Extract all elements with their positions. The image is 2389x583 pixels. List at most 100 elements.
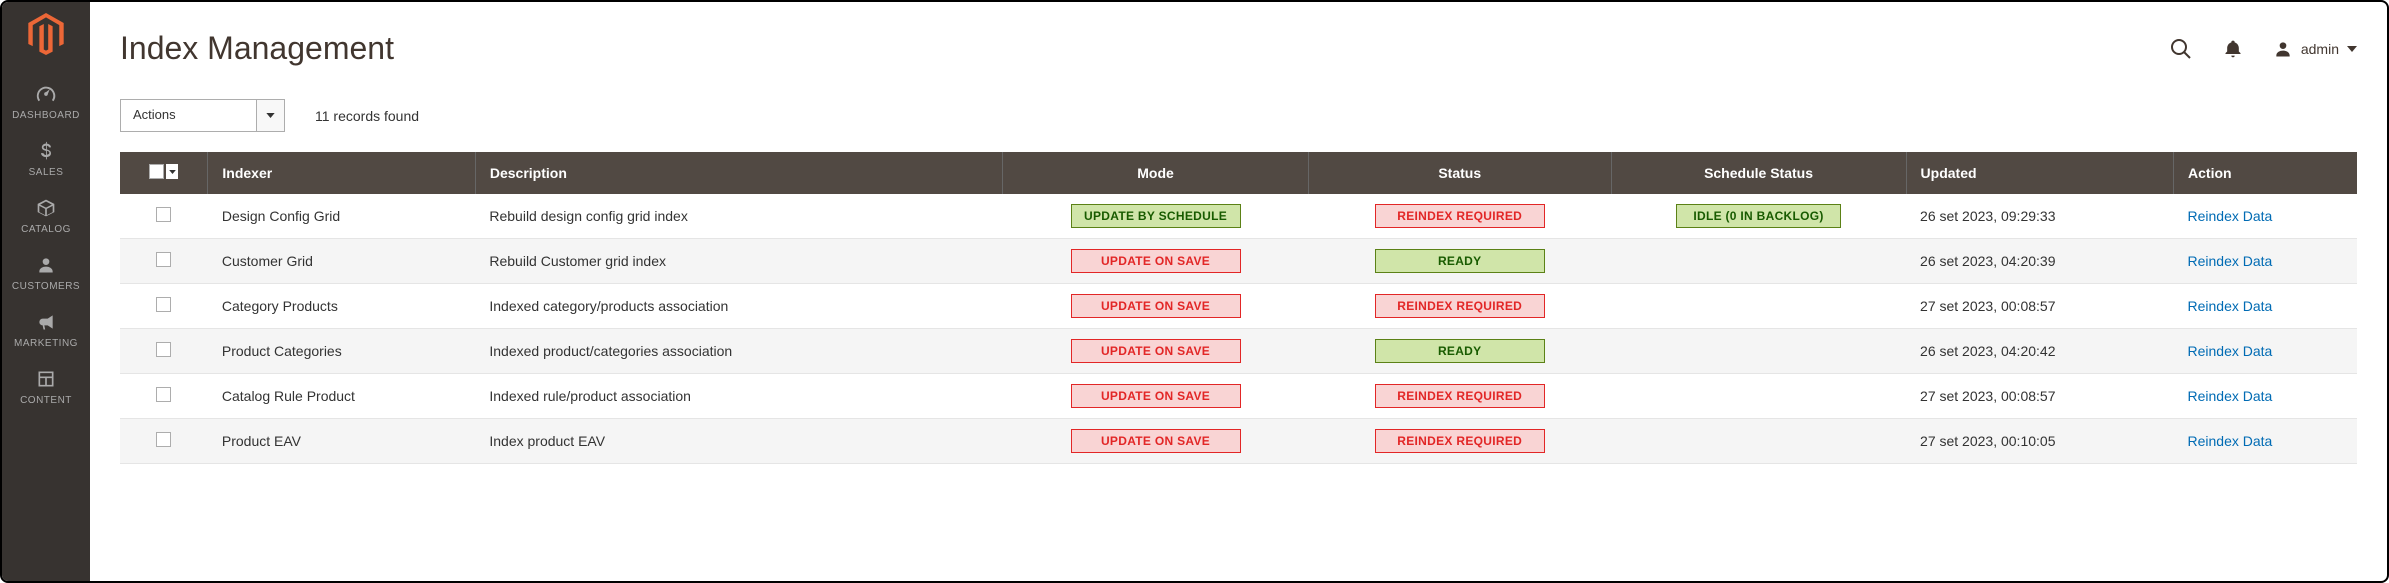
user-name: admin xyxy=(2301,41,2339,57)
empty-cell xyxy=(1625,250,1892,272)
user-menu[interactable]: admin xyxy=(2273,39,2357,59)
mode-badge: UPDATE ON SAVE xyxy=(1071,249,1241,273)
updated-time: 27 set 2023, 00:08:57 xyxy=(1906,284,2173,329)
indexer-name: Catalog Rule Product xyxy=(208,374,475,419)
table-row: Category Products Indexed category/produ… xyxy=(120,284,2357,329)
indexer-name: Category Products xyxy=(208,284,475,329)
updated-time: 26 set 2023, 04:20:39 xyxy=(1906,239,2173,284)
row-checkbox[interactable] xyxy=(156,207,171,222)
bell-icon[interactable] xyxy=(2221,37,2245,61)
table-header-row: Indexer Description Mode Status Schedule… xyxy=(120,152,2357,194)
empty-cell xyxy=(1625,430,1892,452)
select-all-toggle[interactable] xyxy=(166,164,178,179)
mode-badge: UPDATE ON SAVE xyxy=(1071,339,1241,363)
indexer-name: Design Config Grid xyxy=(208,194,475,239)
person-icon xyxy=(34,253,58,277)
chevron-down-icon xyxy=(266,113,275,118)
nav-dashboard[interactable]: DASHBOARD xyxy=(2,72,90,129)
indexer-description: Rebuild Customer grid index xyxy=(475,239,1002,284)
table-row: Design Config Grid Rebuild design config… xyxy=(120,194,2357,239)
header-checkbox[interactable] xyxy=(120,152,208,194)
chevron-down-icon xyxy=(2347,46,2357,52)
indexer-name: Product Categories xyxy=(208,329,475,374)
status-badge: READY xyxy=(1375,249,1545,273)
table-row: Product EAV Index product EAV UPDATE ON … xyxy=(120,419,2357,464)
header-actions: admin xyxy=(2169,37,2357,61)
box-icon xyxy=(34,196,58,220)
mode-badge: UPDATE BY SCHEDULE xyxy=(1071,204,1241,228)
user-icon xyxy=(2273,39,2293,59)
actions-dropdown[interactable]: Actions xyxy=(120,99,285,132)
header-schedule[interactable]: Schedule Status xyxy=(1611,152,1906,194)
indexer-description: Indexed category/products association xyxy=(475,284,1002,329)
reindex-link[interactable]: Reindex Data xyxy=(2188,388,2273,404)
schedule-badge: IDLE (0 IN BACKLOG) xyxy=(1676,204,1841,228)
nav-catalog[interactable]: CATALOG xyxy=(2,186,90,243)
row-checkbox[interactable] xyxy=(156,342,171,357)
header-mode[interactable]: Mode xyxy=(1003,152,1309,194)
table-row: Product Categories Indexed product/categ… xyxy=(120,329,2357,374)
status-badge: REINDEX REQUIRED xyxy=(1375,204,1545,228)
indexer-name: Product EAV xyxy=(208,419,475,464)
reindex-link[interactable]: Reindex Data xyxy=(2188,433,2273,449)
select-all-checkbox[interactable] xyxy=(149,164,164,179)
admin-sidebar: DASHBOARD SALES CATALOG CUSTOMERS MARKET… xyxy=(2,2,90,581)
table-row: Customer Grid Rebuild Customer grid inde… xyxy=(120,239,2357,284)
nav-content[interactable]: CONTENT xyxy=(2,357,90,414)
search-icon[interactable] xyxy=(2169,37,2193,61)
empty-cell xyxy=(1625,385,1892,407)
index-grid: Indexer Description Mode Status Schedule… xyxy=(120,152,2357,464)
row-checkbox[interactable] xyxy=(156,387,171,402)
indexer-name: Customer Grid xyxy=(208,239,475,284)
status-badge: REINDEX REQUIRED xyxy=(1375,294,1545,318)
nav-label: CUSTOMERS xyxy=(12,281,80,292)
layout-icon xyxy=(34,367,58,391)
nav-label: CONTENT xyxy=(20,395,72,406)
reindex-link[interactable]: Reindex Data xyxy=(2188,298,2273,314)
updated-time: 27 set 2023, 00:10:05 xyxy=(1906,419,2173,464)
gauge-icon xyxy=(34,82,58,106)
magento-logo[interactable] xyxy=(26,14,66,54)
page-title: Index Management xyxy=(120,30,394,67)
page-header: Index Management admin xyxy=(120,30,2357,67)
updated-time: 26 set 2023, 04:20:42 xyxy=(1906,329,2173,374)
indexer-description: Indexed product/categories association xyxy=(475,329,1002,374)
status-badge: READY xyxy=(1375,339,1545,363)
indexer-description: Indexed rule/product association xyxy=(475,374,1002,419)
header-indexer[interactable]: Indexer xyxy=(208,152,475,194)
reindex-link[interactable]: Reindex Data xyxy=(2188,253,2273,269)
nav-label: MARKETING xyxy=(14,338,78,349)
dollar-icon xyxy=(34,139,58,163)
mode-badge: UPDATE ON SAVE xyxy=(1071,294,1241,318)
row-checkbox[interactable] xyxy=(156,432,171,447)
nav-label: DASHBOARD xyxy=(12,110,80,121)
row-checkbox[interactable] xyxy=(156,252,171,267)
updated-time: 27 set 2023, 00:08:57 xyxy=(1906,374,2173,419)
nav-marketing[interactable]: MARKETING xyxy=(2,300,90,357)
empty-cell xyxy=(1625,340,1892,362)
reindex-link[interactable]: Reindex Data xyxy=(2188,208,2273,224)
status-badge: REINDEX REQUIRED xyxy=(1375,384,1545,408)
actions-toggle[interactable] xyxy=(256,100,284,131)
table-row: Catalog Rule Product Indexed rule/produc… xyxy=(120,374,2357,419)
reindex-link[interactable]: Reindex Data xyxy=(2188,343,2273,359)
indexer-description: Rebuild design config grid index xyxy=(475,194,1002,239)
indexer-description: Index product EAV xyxy=(475,419,1002,464)
updated-time: 26 set 2023, 09:29:33 xyxy=(1906,194,2173,239)
main-content: Index Management admin Actions 11 record… xyxy=(90,2,2387,581)
header-action[interactable]: Action xyxy=(2174,152,2357,194)
status-badge: REINDEX REQUIRED xyxy=(1375,429,1545,453)
nav-sales[interactable]: SALES xyxy=(2,129,90,186)
actions-label: Actions xyxy=(121,100,256,131)
megaphone-icon xyxy=(34,310,58,334)
header-updated[interactable]: Updated xyxy=(1906,152,2173,194)
empty-cell xyxy=(1625,295,1892,317)
nav-label: SALES xyxy=(29,167,64,178)
records-count: 11 records found xyxy=(315,108,419,124)
mode-badge: UPDATE ON SAVE xyxy=(1071,384,1241,408)
row-checkbox[interactable] xyxy=(156,297,171,312)
nav-customers[interactable]: CUSTOMERS xyxy=(2,243,90,300)
grid-toolbar: Actions 11 records found xyxy=(120,99,2357,132)
header-description[interactable]: Description xyxy=(475,152,1002,194)
header-status[interactable]: Status xyxy=(1308,152,1611,194)
